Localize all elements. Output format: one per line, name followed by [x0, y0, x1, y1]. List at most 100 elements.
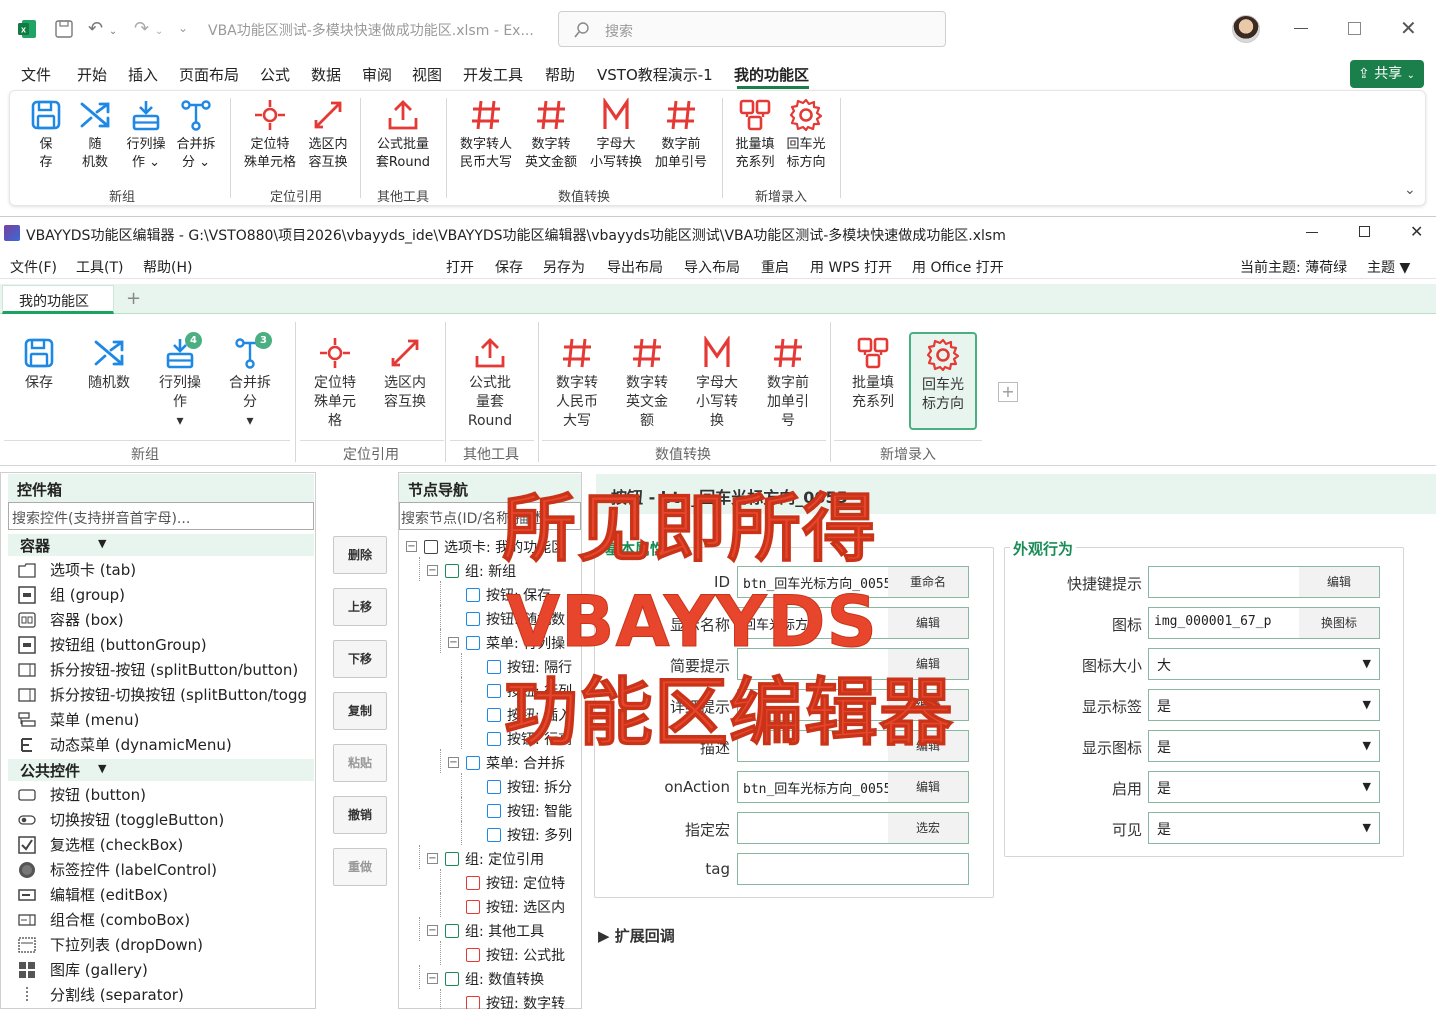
editor-menu-item[interactable]: 工具(T) [76, 257, 123, 277]
excel-menu-item[interactable]: 帮助 [545, 64, 575, 85]
excel-ribbon-button[interactable]: 数字转人 民币大写 [450, 98, 522, 172]
prop-action-button[interactable]: 重命名 [888, 567, 968, 597]
toolbox-item[interactable]: 按钮组 (buttonGroup) [18, 634, 314, 656]
editor-menu-item[interactable]: 帮助(H) [143, 257, 192, 277]
nav-tree-item[interactable]: 组: 其他工具 [445, 921, 582, 941]
excel-menu-item[interactable]: 数据 [311, 64, 341, 85]
toolbox-item[interactable]: 组 (group) [18, 584, 314, 606]
minimize-icon[interactable] [1294, 28, 1308, 29]
tree-toggle[interactable]: − [427, 853, 438, 864]
editor-ribbon-button[interactable]: 公式批 量套 Round [456, 332, 524, 430]
excel-menu-item[interactable]: 视图 [412, 64, 442, 85]
tree-toggle[interactable]: − [448, 637, 459, 648]
tree-toggle[interactable]: − [427, 565, 438, 576]
nav-tree-item[interactable]: 按钮: 多列 [487, 825, 582, 845]
excel-menu-item[interactable]: 我的功能区 [734, 64, 809, 85]
excel-ribbon-button[interactable]: 数字转 英文金额 [515, 98, 587, 172]
toolbox-item[interactable]: 菜单 (menu) [18, 709, 314, 731]
nav-tree-item[interactable]: 按钮: 选区内 [466, 897, 582, 917]
toolbox-item[interactable]: 标签控件 (labelControl) [18, 859, 314, 881]
toolbox-item[interactable]: 分割线 (separator) [18, 984, 314, 1006]
action-button[interactable]: 复制 [333, 692, 387, 730]
excel-ribbon-button[interactable]: 回车光 标方向 [770, 98, 842, 172]
editor-ribbon-button[interactable]: 3 合并拆 分 ▾ [216, 332, 284, 430]
editor-close-icon[interactable]: ✕ [1410, 222, 1423, 241]
editor-ribbon-button[interactable]: 保存 [5, 332, 73, 430]
toolbox-item[interactable]: 复选框 (checkBox) [18, 834, 314, 856]
toolbox-item[interactable]: 编辑框 (editBox) [18, 884, 314, 906]
nav-tree-item[interactable]: 按钮: 数字转 [466, 993, 582, 1009]
editor-ribbon-button[interactable]: 数字转 英文金 额 [613, 332, 681, 430]
toolbox-item[interactable]: 动态菜单 (dynamicMenu) [18, 734, 314, 756]
action-button[interactable]: 重做 [333, 848, 387, 886]
prop-input[interactable] [737, 853, 969, 885]
excel-ribbon-button[interactable]: 字母大 小写转换 [580, 98, 652, 172]
tree-toggle[interactable]: − [427, 973, 438, 984]
editor-ribbon-button[interactable]: 回车光 标方向 [909, 332, 977, 430]
nav-tree-item[interactable]: 按钮: 智能 [487, 801, 582, 821]
editor-toolbar-item[interactable]: 导出布局 [607, 257, 663, 277]
prop-select[interactable]: 是 ▼ [1148, 730, 1380, 762]
tree-toggle[interactable]: − [448, 757, 459, 768]
toolbox-item[interactable]: 图库 (gallery) [18, 959, 314, 981]
tree-toggle[interactable]: − [406, 541, 417, 552]
prop-action-button[interactable]: 编辑 [888, 608, 968, 638]
prop-input[interactable]: img_000001_67_p 换图标 [1148, 607, 1380, 639]
save-icon[interactable] [54, 19, 74, 39]
excel-search-box[interactable]: 搜索 [558, 11, 946, 47]
avatar[interactable] [1232, 15, 1260, 43]
add-tab-button[interactable]: + [126, 288, 141, 309]
excel-ribbon-button[interactable]: 数字前 加单引号 [645, 98, 717, 172]
prop-select[interactable]: 是 ▼ [1148, 689, 1380, 721]
editor-ribbon-button[interactable]: 4 行列操 作 ▾ [146, 332, 214, 430]
prop-action-button[interactable]: 编辑 [888, 772, 968, 802]
nav-tree-item[interactable]: 按钮: 公式批 [466, 945, 582, 965]
prop-action-button[interactable]: 换图标 [1299, 608, 1379, 638]
excel-menu-item[interactable]: 开发工具 [463, 64, 523, 85]
toolbox-item[interactable]: 拆分按钮-切换按钮 (splitButton/togg [18, 684, 314, 706]
prop-select[interactable]: 大 ▼ [1148, 648, 1380, 680]
excel-ribbon-button[interactable]: 公式批量 套Round [367, 98, 439, 172]
editor-ribbon-button[interactable]: 批量填 充系列 [839, 332, 907, 430]
theme-menu[interactable]: 主题 ▼ [1367, 257, 1410, 277]
excel-menu-item[interactable]: 公式 [260, 64, 290, 85]
prop-select[interactable]: 是 ▼ [1148, 771, 1380, 803]
editor-toolbar-item[interactable]: 重启 [761, 257, 789, 277]
toolbox-item[interactable]: 选项卡 (tab) [18, 559, 314, 581]
add-group-button[interactable]: + [998, 382, 1018, 402]
tree-toggle[interactable]: − [427, 925, 438, 936]
ribbon-collapse-icon[interactable]: ⌄ [1404, 182, 1416, 198]
editor-toolbar-item[interactable]: 保存 [495, 257, 523, 277]
nav-tree-item[interactable]: 按钮: 定位特 [466, 873, 582, 893]
prop-input[interactable]: 选宏 [737, 812, 969, 844]
prop-input[interactable]: 编辑 [1148, 566, 1380, 598]
editor-toolbar-item[interactable]: 用 Office 打开 [912, 257, 1004, 277]
editor-toolbar-item[interactable]: 导入布局 [684, 257, 740, 277]
editor-minimize-icon[interactable] [1306, 232, 1318, 233]
toolbox-section-header[interactable]: 公共控件 ▼ [8, 759, 314, 781]
nav-tree-item[interactable]: 组: 定位引用 [445, 849, 582, 869]
toolbox-item[interactable]: 下拉列表 (dropDown) [18, 934, 314, 956]
editor-toolbar-item[interactable]: 打开 [446, 257, 474, 277]
prop-action-button[interactable]: 编辑 [1299, 567, 1379, 597]
redo-icon[interactable]: ↷ ⌄ [134, 19, 166, 39]
action-button[interactable]: 删除 [333, 536, 387, 574]
toolbox-item[interactable]: 按钮 (button) [18, 784, 314, 806]
action-button[interactable]: 粘贴 [333, 744, 387, 782]
editor-ribbon-button[interactable]: 选区内 容互换 [371, 332, 439, 430]
prop-action-button[interactable]: 选宏 [888, 813, 968, 843]
excel-menu-item[interactable]: VSTO教程演示-1 [597, 64, 713, 85]
customize-qat-icon[interactable]: ⌄ [178, 21, 192, 37]
editor-ribbon-button[interactable]: 定位特 殊单元 格 [301, 332, 369, 430]
toolbox-search-input[interactable]: 搜索控件(支持拼音首字母)... [8, 502, 314, 530]
prop-input[interactable]: btn_回车光标方向_0055 编辑 [737, 771, 969, 803]
editor-menu-item[interactable]: 文件(F) [10, 257, 57, 277]
excel-menu-item[interactable]: 审阅 [362, 64, 392, 85]
nav-tree-item[interactable]: 组: 数值转换 [445, 969, 582, 989]
editor-toolbar-item[interactable]: 用 WPS 打开 [810, 257, 892, 277]
toolbox-section-header[interactable]: 容器 ▼ [8, 534, 314, 556]
toolbox-item[interactable]: 拆分按钮-按钮 (splitButton/button) [18, 659, 314, 681]
excel-menu-item[interactable]: 开始 [77, 64, 107, 85]
maximize-icon[interactable] [1348, 22, 1361, 35]
action-button[interactable]: 撤销 [333, 796, 387, 834]
